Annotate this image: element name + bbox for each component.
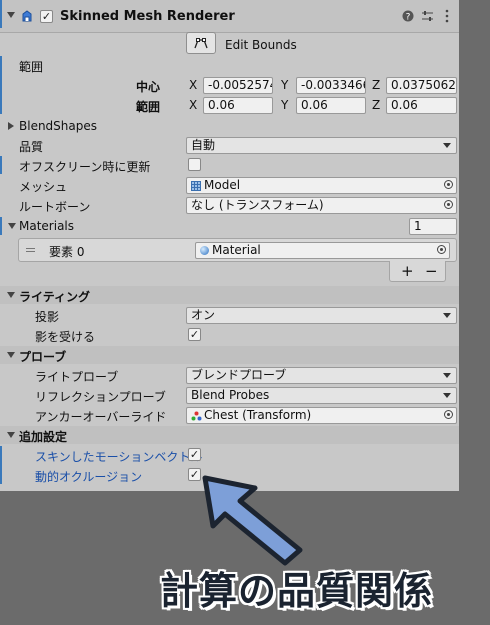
element-drag-handle-line <box>26 251 35 252</box>
offscreen-accent-bar <box>0 156 2 174</box>
mesh-object-field[interactable]: Model <box>186 177 457 194</box>
extent-y-field[interactable]: 0.06 <box>296 97 366 114</box>
material-sphere-icon <box>200 246 209 255</box>
materials-label[interactable]: Materials <box>19 219 74 233</box>
center-z-label: Z <box>372 78 381 92</box>
mesh-label: メッシュ <box>19 180 68 194</box>
element-drag-handle[interactable] <box>26 248 35 249</box>
skinned-motion-label: スキンしたモーションベクトル <box>35 450 203 464</box>
materials-accent-bar <box>0 217 2 235</box>
annotation-caption: 計算の品質関係 <box>160 569 434 613</box>
blendshapes-label[interactable]: BlendShapes <box>19 119 97 133</box>
offscreen-checkbox[interactable] <box>188 158 201 171</box>
lighting-foldout-arrow[interactable] <box>7 292 15 298</box>
mesh-value: Model <box>204 178 241 192</box>
lighting-label[interactable]: ライティング <box>19 288 90 305</box>
preset-sliders-icon[interactable] <box>421 10 434 22</box>
materials-list-footer: + − <box>389 261 446 282</box>
inspector-panel: ✓ Skinned Mesh Renderer ? Edit Bounds 範囲… <box>0 0 459 491</box>
center-x-label: X <box>189 78 198 92</box>
light-probes-label: ライトプローブ <box>35 370 119 384</box>
rootbone-object-field[interactable]: なし (トランスフォーム) <box>186 197 457 214</box>
quality-label: 品質 <box>19 140 44 154</box>
extent-x-label: X <box>189 98 198 112</box>
material-value: Material <box>212 243 261 257</box>
anchor-override-field[interactable]: Chest (Transform) <box>186 407 457 424</box>
center-y-field[interactable]: -0.00334660 <box>296 77 366 94</box>
blendshapes-foldout-arrow[interactable] <box>8 122 14 130</box>
annotation-arrow <box>202 475 303 566</box>
chevron-down-icon <box>443 313 451 318</box>
object-picker-icon[interactable] <box>437 245 446 254</box>
chevron-down-icon <box>443 143 451 148</box>
extent-y-label: Y <box>281 98 289 112</box>
chevron-down-icon <box>443 373 451 378</box>
materials-foldout-arrow[interactable] <box>8 223 16 229</box>
center-label: 中心 <box>136 80 161 94</box>
component-title: Skinned Mesh Renderer <box>60 9 235 24</box>
center-x-field[interactable]: -0.00525749 <box>203 77 273 94</box>
cast-shadows-value: オン <box>191 308 216 322</box>
material-element-label: 要素 0 <box>49 245 85 259</box>
additional-label[interactable]: 追加設定 <box>19 428 67 445</box>
edit-bounds-label: Edit Bounds <box>225 38 297 52</box>
extent-label: 範囲 <box>136 100 161 114</box>
materials-list: 要素 0 Material <box>18 238 457 262</box>
rootbone-label: ルートボーン <box>19 200 91 214</box>
material-element-field[interactable]: Material <box>195 242 450 259</box>
probes-foldout-arrow[interactable] <box>7 352 15 358</box>
edit-bounds-icon <box>194 38 208 49</box>
chevron-down-icon <box>443 393 451 398</box>
anchor-override-value: Chest (Transform) <box>204 408 312 422</box>
object-picker-icon[interactable] <box>444 200 453 209</box>
object-picker-icon[interactable] <box>444 180 453 189</box>
mesh-grid-icon <box>191 181 201 191</box>
extent-z-label: Z <box>372 98 381 112</box>
receive-shadows-label: 影を受ける <box>35 330 96 344</box>
quality-dropdown[interactable]: 自動 <box>186 137 457 154</box>
bounds-accent-bar <box>0 56 2 114</box>
extent-z-field[interactable]: 0.06 <box>386 97 457 114</box>
add-element-button[interactable]: + <box>401 262 414 280</box>
cast-shadows-dropdown[interactable]: オン <box>186 307 457 324</box>
transform-icon <box>191 411 202 421</box>
extent-x-field[interactable]: 0.06 <box>203 97 273 114</box>
center-z-field[interactable]: 0.03750629 <box>386 77 457 94</box>
additional-section-bar <box>0 426 459 444</box>
reflection-probes-dropdown[interactable]: Blend Probes <box>186 387 457 404</box>
component-foldout-arrow[interactable] <box>7 12 15 18</box>
additional-accent-bar <box>0 446 2 484</box>
object-picker-icon[interactable] <box>444 410 453 419</box>
receive-shadows-checkbox[interactable]: ✓ <box>188 328 201 341</box>
dynamic-occlusion-label: 動的オクルージョン <box>35 470 143 484</box>
component-enabled-checkbox[interactable]: ✓ <box>40 10 53 23</box>
reflection-probes-label: リフレクションプローブ <box>35 390 166 404</box>
light-probes-dropdown[interactable]: ブレンドプローブ <box>186 367 457 384</box>
probes-section-bar <box>0 346 459 364</box>
anchor-override-label: アンカーオーバーライド <box>35 410 167 424</box>
materials-size-field[interactable]: 1 <box>409 218 457 235</box>
svg-text:?: ? <box>406 13 411 23</box>
remove-element-button[interactable]: − <box>425 262 438 280</box>
quality-value: 自動 <box>191 138 216 152</box>
probes-label[interactable]: プローブ <box>19 348 66 365</box>
offscreen-label: オフスクリーン時に更新 <box>19 160 151 174</box>
rootbone-value: なし (トランスフォーム) <box>191 198 324 212</box>
more-options-icon[interactable] <box>444 9 450 23</box>
bounds-section-label: 範囲 <box>19 60 44 74</box>
center-y-label: Y <box>281 78 289 92</box>
reflection-probes-value: Blend Probes <box>191 388 270 402</box>
cast-shadows-label: 投影 <box>35 310 60 324</box>
edit-bounds-button[interactable] <box>186 32 216 54</box>
additional-foldout-arrow[interactable] <box>7 432 15 438</box>
skinned-motion-checkbox[interactable]: ✓ <box>188 448 201 461</box>
help-icon[interactable]: ? <box>402 10 414 22</box>
skinned-mesh-renderer-icon <box>22 10 32 22</box>
header-accent-bar <box>0 0 2 28</box>
light-probes-value: ブレンドプローブ <box>191 368 287 382</box>
